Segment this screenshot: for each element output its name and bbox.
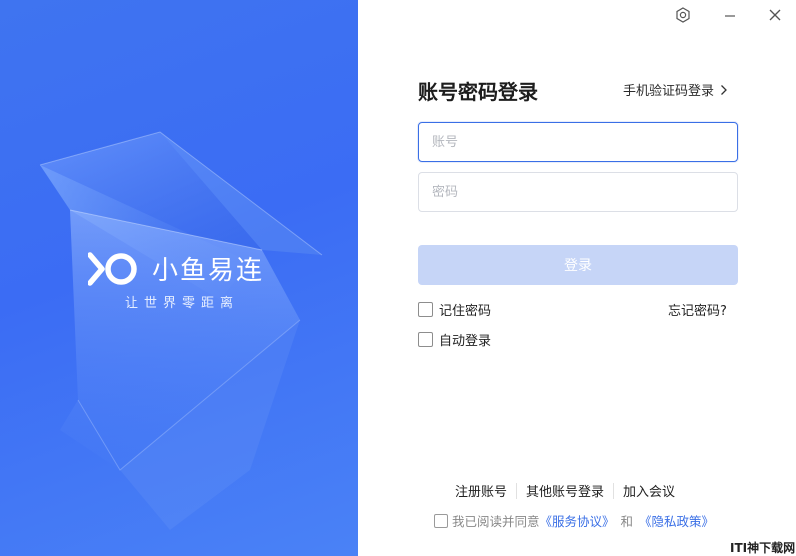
brand-slogan: 让世界零距离 — [125, 296, 240, 311]
gear-icon — [676, 7, 690, 23]
password-input[interactable] — [418, 172, 738, 212]
privacy-policy-link[interactable]: 《隐私政策》 — [639, 511, 714, 530]
close-icon — [769, 9, 781, 21]
brand-logo: 小鱼易连 — [88, 250, 264, 287]
remember-password-checkbox[interactable]: 记住密码 — [418, 300, 491, 319]
auto-login-box[interactable] — [418, 332, 433, 347]
watermark: ITI神下载网 — [730, 541, 796, 555]
brand-name: 小鱼易连 — [152, 256, 265, 286]
agree-and: 和 — [620, 514, 634, 529]
remember-password-label: 记住密码 — [439, 304, 492, 319]
auto-login-checkbox[interactable]: 自动登录 — [418, 330, 491, 349]
auto-login-label: 自动登录 — [439, 334, 492, 349]
minimize-icon — [725, 15, 735, 17]
agreement-row: 我已阅读并同意 《服务协议》 和 《隐私政策》 — [434, 511, 714, 530]
minimize-button[interactable] — [719, 4, 741, 26]
agree-checkbox[interactable] — [434, 513, 448, 528]
xiaoyu-logo-icon — [88, 251, 137, 286]
register-link[interactable]: 注册账号 — [446, 481, 516, 500]
agree-prefix: 我已阅读并同意 — [452, 514, 540, 529]
brand-panel: 小鱼易连 让世界零距离 — [0, 0, 358, 556]
account-input[interactable] — [418, 122, 738, 162]
service-agreement-link[interactable]: 《服务协议》 — [540, 511, 615, 530]
chevron-right-icon — [721, 84, 727, 95]
forgot-password-link[interactable]: 忘记密码? — [668, 300, 727, 319]
form-title: 账号密码登录 — [418, 80, 538, 104]
join-meeting-link[interactable]: 加入会议 — [614, 481, 684, 500]
footer-links: 注册账号 其他账号登录 加入会议 — [446, 481, 684, 500]
login-button[interactable]: 登录 — [418, 245, 738, 285]
sms-login-label: 手机验证码登录 — [623, 84, 715, 99]
sms-login-link[interactable]: 手机验证码登录 — [623, 80, 728, 99]
close-button[interactable] — [764, 4, 786, 26]
other-login-link[interactable]: 其他账号登录 — [517, 481, 613, 500]
settings-button[interactable] — [672, 4, 694, 26]
remember-password-box[interactable] — [418, 302, 433, 317]
